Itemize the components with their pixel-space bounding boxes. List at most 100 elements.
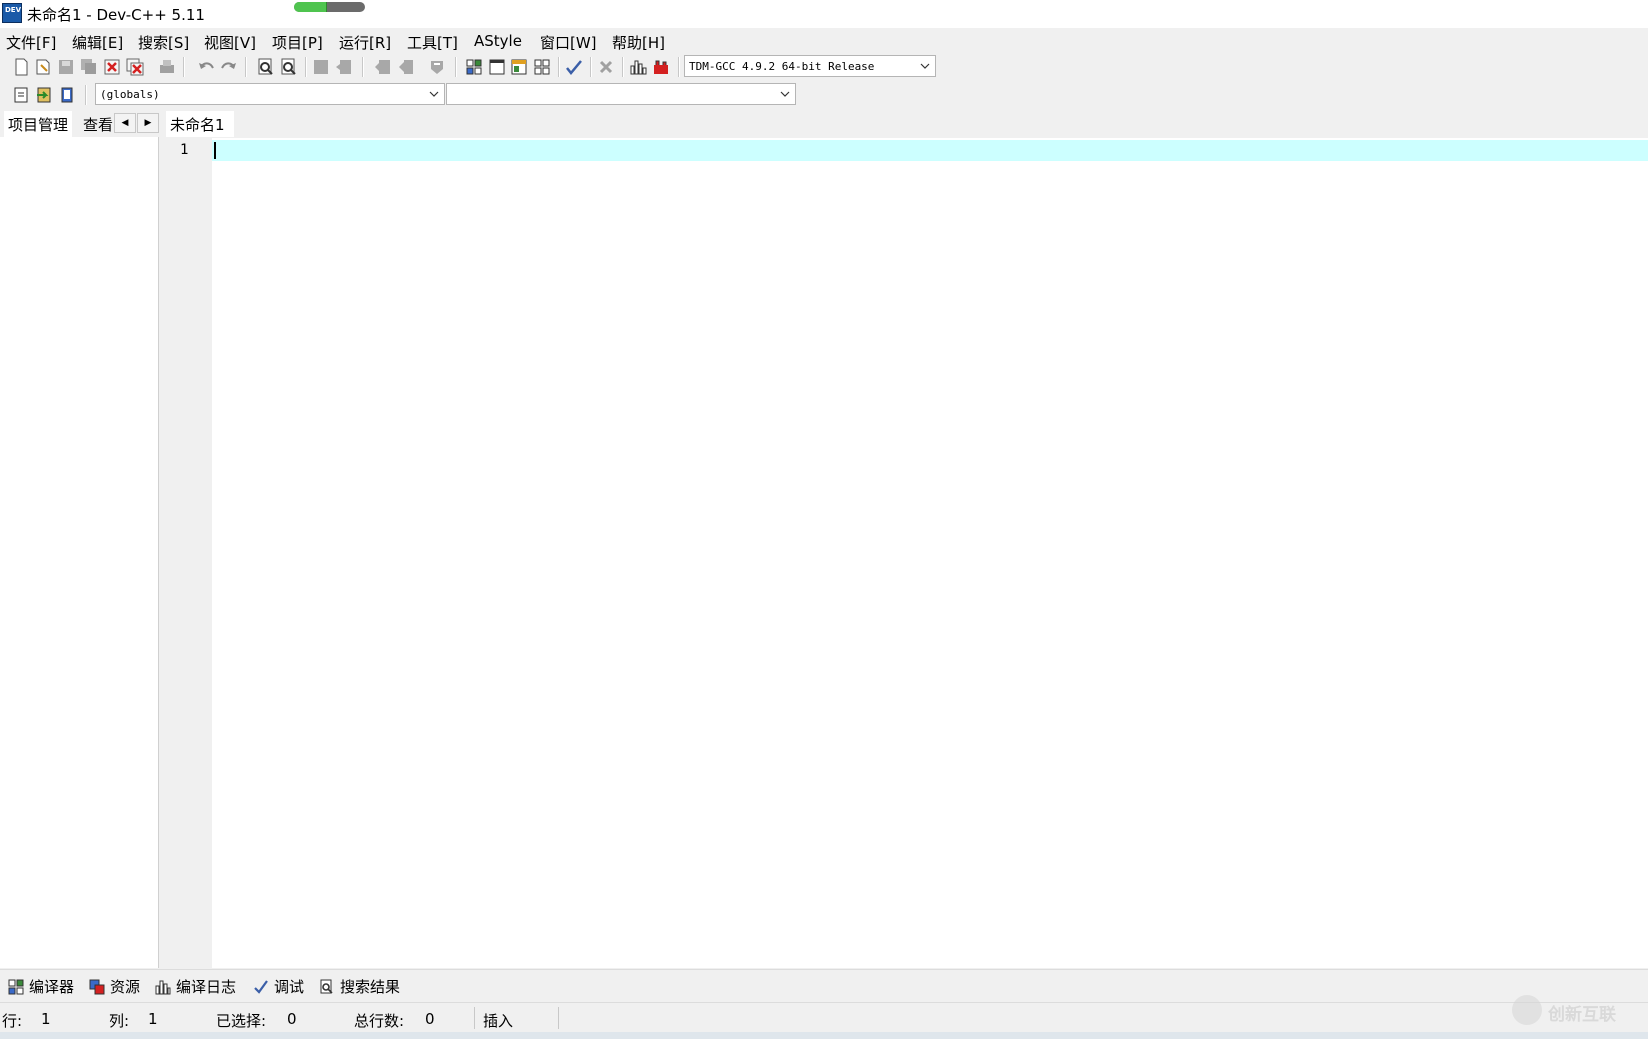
tab-scroll-left-icon[interactable]: ◀ — [114, 113, 136, 133]
status-line-value: 1 — [41, 1010, 51, 1028]
progress-indicator — [294, 2, 365, 12]
tab-debug[interactable]: 调试 — [253, 976, 304, 997]
tab-debug-label: 调试 — [274, 978, 305, 996]
open-file-icon[interactable] — [33, 57, 53, 77]
toolbar-separator — [622, 57, 624, 77]
chevron-down-icon — [429, 91, 439, 97]
taskbar-strip — [0, 1032, 1648, 1039]
status-col-value: 1 — [148, 1010, 158, 1028]
class-browser-icon[interactable] — [509, 57, 529, 77]
menu-file[interactable]: 文件[F] — [6, 32, 56, 53]
tab-resources[interactable]: 资源 — [89, 976, 140, 997]
undo-icon[interactable] — [196, 57, 216, 77]
menu-edit[interactable]: 编辑[E] — [72, 32, 123, 53]
menu-run[interactable]: 运行[R] — [339, 32, 391, 53]
watermark: 创新互联 — [1512, 994, 1642, 1028]
menu-astyle[interactable]: AStyle — [474, 32, 522, 50]
status-total-lines-label: 总行数: — [354, 1012, 405, 1030]
toolbar-separator — [85, 85, 87, 105]
main-toolbar: TDM-GCC 4.9.2 64-bit Release — [0, 54, 940, 80]
redo-icon[interactable] — [219, 57, 239, 77]
tab-project-manager[interactable]: 项目管理 — [4, 111, 73, 137]
status-bar: 行: 1 列: 1 已选择: 0 总行数: 0 插入 — [0, 1002, 1648, 1033]
window-title: 未命名1 - Dev-C++ 5.11 — [27, 6, 205, 24]
status-insert-mode: 插入 — [483, 1012, 514, 1030]
find-icon[interactable] — [256, 57, 276, 77]
insert-code-icon[interactable] — [11, 85, 31, 105]
bottom-panel-tabs: 编译器 资源 编译日志 调试 搜索结果 — [0, 969, 1648, 1000]
watermark-logo-icon — [1512, 995, 1542, 1025]
toolbar-separator — [678, 57, 680, 77]
toolbar-separator — [455, 57, 457, 77]
compile-options-icon[interactable] — [532, 57, 552, 77]
menu-bar: 文件[F] 编辑[E] 搜索[S] 视图[V] 项目[P] 运行[R] 工具[T… — [0, 30, 1648, 52]
menu-view[interactable]: 视图[V] — [204, 32, 256, 53]
project-panel — [0, 111, 159, 968]
menu-project[interactable]: 项目[P] — [272, 32, 323, 53]
tab-compile-log[interactable]: 编译日志 — [155, 976, 236, 997]
tab-compiler-label: 编译器 — [29, 978, 75, 996]
tab-untitled-1[interactable]: 未命名1 — [166, 111, 234, 137]
devcpp-app-icon[interactable]: DEV — [2, 3, 22, 23]
search-results-icon — [320, 979, 333, 994]
new-file-icon[interactable] — [11, 57, 31, 77]
status-total-lines-value: 0 — [425, 1010, 435, 1028]
toolbar-separator — [305, 57, 307, 77]
menu-window[interactable]: 窗口[W] — [540, 32, 597, 53]
window-icon[interactable] — [487, 57, 507, 77]
stop-execution-icon[interactable] — [596, 57, 616, 77]
goto-definition-icon[interactable] — [57, 85, 77, 105]
text-caret — [214, 142, 216, 159]
menu-help[interactable]: 帮助[H] — [612, 32, 665, 53]
save-icon[interactable] — [56, 57, 76, 77]
watermark-text: 创新互联 — [1548, 1005, 1616, 1025]
syntax-check-icon[interactable] — [564, 57, 584, 77]
status-line-label: 行: — [2, 1012, 23, 1030]
delete-profile-icon[interactable] — [651, 57, 671, 77]
compile-log-chart-icon — [155, 980, 171, 995]
goto-declaration-icon[interactable] — [34, 85, 54, 105]
compiler-select[interactable]: TDM-GCC 4.9.2 64-bit Release — [684, 55, 936, 77]
title-bar: DEV 未命名1 - Dev-C++ 5.11 — [0, 0, 1648, 28]
toolbar-separator — [183, 57, 185, 77]
print-icon[interactable] — [157, 57, 177, 77]
goto-line-icon[interactable] — [427, 57, 447, 77]
compiler-select-value: TDM-GCC 4.9.2 64-bit Release — [689, 60, 875, 73]
indent-icon[interactable] — [311, 57, 331, 77]
status-col-label: 列: — [109, 1012, 130, 1030]
menu-search[interactable]: 搜索[S] — [138, 32, 189, 53]
profile-chart-icon[interactable] — [628, 57, 648, 77]
chevron-down-icon — [920, 63, 930, 69]
scope-select[interactable]: (globals) — [95, 83, 445, 105]
progress-fill — [294, 2, 327, 12]
goto-bookmark-icon[interactable] — [396, 57, 416, 77]
tab-search-results-label: 搜索结果 — [340, 978, 401, 996]
scope-select-value: (globals) — [100, 88, 160, 101]
new-project-icon[interactable] — [464, 57, 484, 77]
tab-compiler[interactable]: 编译器 — [8, 976, 74, 997]
close-all-icon[interactable] — [125, 57, 145, 77]
debug-check-icon — [254, 980, 268, 994]
member-select[interactable] — [446, 83, 796, 105]
tab-scroll-right-icon[interactable]: ▶ — [137, 113, 159, 133]
unindent-icon[interactable] — [334, 57, 354, 77]
menu-tools[interactable]: 工具[T] — [407, 32, 458, 53]
status-separator — [474, 1007, 475, 1029]
chevron-down-icon — [780, 91, 790, 97]
toolbar-separator — [558, 57, 560, 77]
active-line-highlight — [212, 140, 1648, 161]
toolbar-separator — [245, 57, 247, 77]
save-all-icon[interactable] — [79, 57, 99, 77]
replace-icon[interactable] — [279, 57, 299, 77]
toolbar-separator — [590, 57, 592, 77]
toolbar-separator — [362, 57, 364, 77]
tab-compile-log-label: 编译日志 — [176, 978, 237, 996]
tab-view[interactable]: 查看 — [80, 111, 114, 137]
close-file-icon[interactable] — [102, 57, 122, 77]
tab-search-results[interactable]: 搜索结果 — [319, 976, 400, 997]
compiler-grid-icon — [8, 979, 24, 995]
toggle-bookmark-icon[interactable] — [373, 57, 393, 77]
resources-icon — [89, 979, 105, 995]
code-editor[interactable]: 1 — [166, 138, 1648, 968]
line-number: 1 — [180, 142, 189, 158]
